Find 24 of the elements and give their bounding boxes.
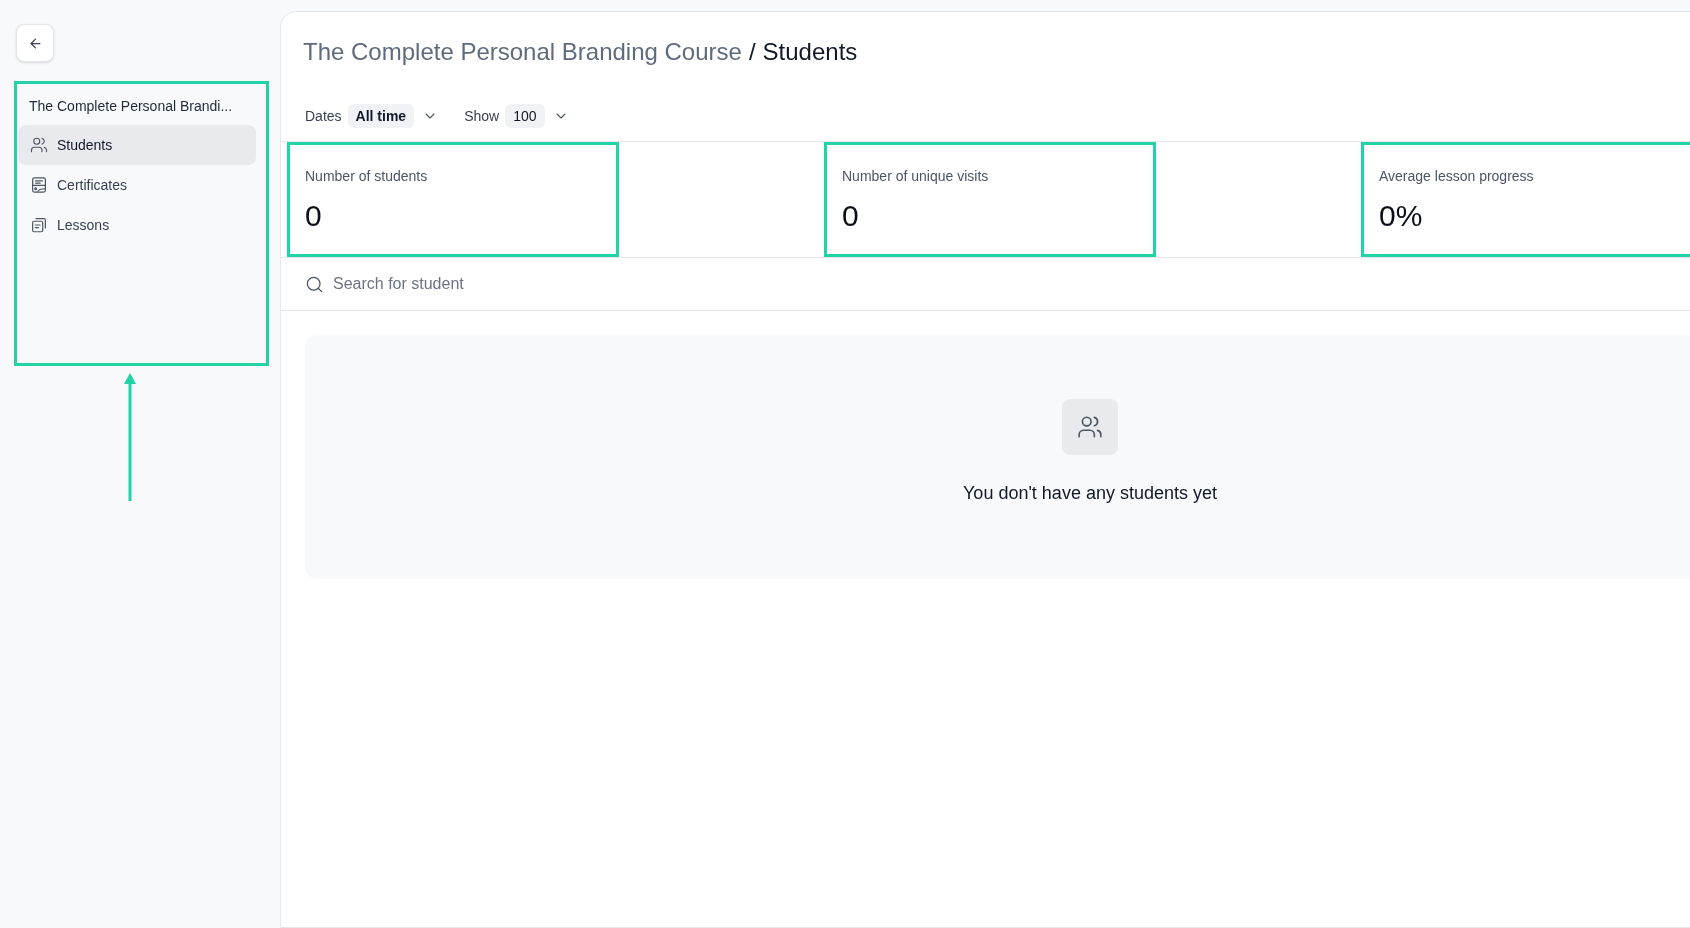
breadcrumb-separator: / bbox=[748, 37, 756, 67]
back-arrow-icon bbox=[27, 35, 43, 51]
stat-label: Number of students bbox=[305, 167, 429, 186]
page-title: Students bbox=[762, 37, 858, 67]
search-icon bbox=[305, 274, 324, 294]
filter-label: Show bbox=[464, 106, 500, 126]
certificate-icon bbox=[30, 176, 48, 194]
sidebar-nav-item[interactable]: Lessons bbox=[18, 205, 256, 245]
stat-label: Average lesson progress bbox=[1379, 167, 1535, 186]
course-title: The Complete Personal Brandi... bbox=[28, 97, 234, 116]
back-button[interactable] bbox=[16, 24, 54, 62]
users-icon bbox=[30, 136, 48, 154]
sidebar-nav-item[interactable]: Certificates bbox=[18, 165, 256, 205]
stat-value: 0 bbox=[305, 198, 323, 234]
stat-value: 0% bbox=[1379, 198, 1424, 234]
users-tile-icon bbox=[1062, 399, 1118, 455]
breadcrumb-link[interactable]: The Complete Personal Branding Course bbox=[303, 36, 742, 68]
stacked-pages-icon bbox=[30, 216, 48, 234]
empty-state-message: You don't have any students yet bbox=[963, 482, 1217, 505]
search-field[interactable]: Search for student bbox=[333, 269, 933, 299]
stat-label: Number of unique visits bbox=[842, 167, 990, 186]
stat-value: 0 bbox=[842, 198, 860, 234]
filter-label: Dates bbox=[305, 106, 342, 126]
sidebar-nav-item[interactable]: Students bbox=[18, 125, 256, 165]
